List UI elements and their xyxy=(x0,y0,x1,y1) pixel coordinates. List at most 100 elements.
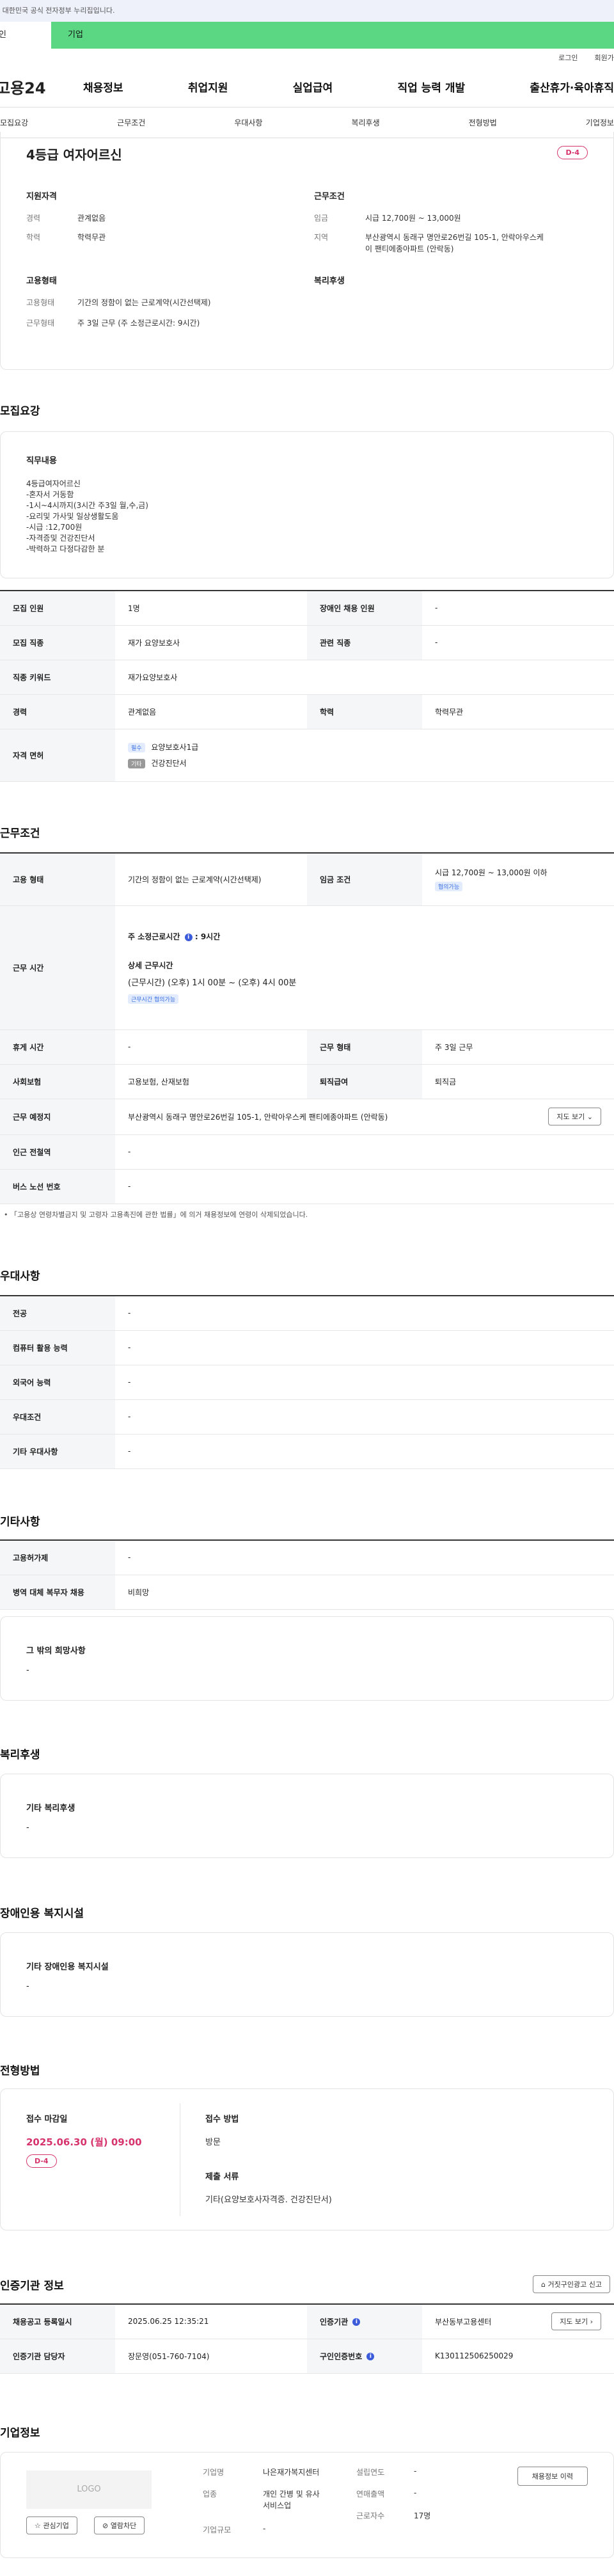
info-icon[interactable]: i xyxy=(184,933,193,941)
tab-screening[interactable]: 전형방법 xyxy=(469,117,497,128)
rev-value: - xyxy=(414,2488,417,2497)
user-type-company[interactable]: 기업 xyxy=(51,22,614,49)
deadline-value: 2025.06.30 (월) 09:00 xyxy=(26,2136,142,2148)
gnb-item-benefits[interactable]: 실업급여 xyxy=(293,79,333,95)
kw-label: 직종 키워드 xyxy=(0,660,115,695)
subway-value: - xyxy=(115,1134,614,1170)
emp-label: 고용 형태 xyxy=(0,853,115,906)
utility-bar: 로그인 회원가입 xyxy=(0,49,614,67)
pref-row-value: - xyxy=(115,1365,614,1400)
tab-pref[interactable]: 우대사항 xyxy=(234,117,262,128)
etc-title: 기타사항 xyxy=(0,1516,40,1529)
gnb-item-jobs[interactable]: 채용정보 xyxy=(83,79,123,95)
block-button[interactable]: ⊘ 열람차단 xyxy=(94,2516,145,2534)
reg-label: 채용공고 등록일시 xyxy=(0,2304,115,2339)
headcount-label: 모집 인원 xyxy=(0,591,115,626)
welfare-title: 복리후생 xyxy=(0,1749,40,1761)
area-value-1: 부산광역시 동래구 명안로26번길 105-1, 안락아우스케 xyxy=(365,233,544,242)
chevron-right-icon: › xyxy=(590,2318,593,2326)
career-label: 경력 xyxy=(26,214,41,223)
cond-title: 근무조건 xyxy=(314,192,345,202)
tab-recruit[interactable]: 모집요강 xyxy=(0,117,28,128)
pref-title: 우대사항 xyxy=(0,1270,40,1283)
user-type-bar: 개인 기업 xyxy=(0,22,614,49)
other-wish-card: 그 밖의 희망사항 - xyxy=(0,1616,614,1701)
cname-label: 기업명 xyxy=(203,2468,224,2477)
worktype-value: 주 3일 근무 (주 소정근로시간: 9시간) xyxy=(77,319,200,328)
gnb-item-training[interactable]: 직업 능력 개발 xyxy=(397,79,465,95)
tab-welfare[interactable]: 복리후생 xyxy=(351,117,379,128)
license-2: 건강진단서 xyxy=(151,759,187,768)
map-button[interactable]: 지도 보기 ⌄ xyxy=(548,1108,601,1125)
other-wish-value: - xyxy=(26,1666,29,1675)
info-icon[interactable]: i xyxy=(366,2353,375,2360)
duty-line: -혼자서 거동함 xyxy=(26,490,74,499)
user-type-personal[interactable]: 개인 xyxy=(0,22,51,49)
place-value: 부산광역시 동래구 명안로26번길 105-1, 안락아우스케 팬티에종아파트 … xyxy=(128,1112,388,1122)
wage-negotiable-badge: 협의가능 xyxy=(435,882,463,892)
agency-table: 채용공고 등록일시 2025.06.25 12:35:21 인증기관 i 부산동… xyxy=(0,2303,614,2374)
fav-company-button[interactable]: ☆ 관심기업 xyxy=(26,2516,77,2534)
job-label: 모집 직종 xyxy=(0,625,115,660)
pref-row-label: 외국어 능력 xyxy=(0,1365,115,1400)
permit-value: - xyxy=(115,1540,614,1575)
size-label: 기업규모 xyxy=(203,2525,232,2534)
login-link[interactable]: 로그인 xyxy=(558,52,578,63)
docs-label: 제출 서류 xyxy=(205,2172,239,2182)
age-notice: • 「고용상 연령차별금지 및 고령자 고용촉진에 관한 법률」에 의거 채용정… xyxy=(4,1211,308,1219)
tab-work[interactable]: 근무조건 xyxy=(117,117,145,128)
pref-row-label: 전공 xyxy=(0,1296,115,1331)
hours-label: 근무 시간 xyxy=(0,905,115,1030)
agency-map-button[interactable]: 지도 보기 › xyxy=(551,2312,601,2331)
emptype-value: 기간의 정함이 없는 근로계약(시간선택제) xyxy=(77,298,211,307)
license-label: 자격 면허 xyxy=(0,729,115,782)
info-icon[interactable]: i xyxy=(352,2318,361,2326)
kw-value: 재가요양보호사 xyxy=(115,660,614,695)
license-value: 필수 요양보호사1급 기타 건강진단서 xyxy=(115,729,614,782)
history-button[interactable]: 채용정보 이력 xyxy=(517,2467,588,2486)
duty-card: 직무내용 4등급여자어르신 -혼자서 거동함 -1시~4시까지(3시간 주3일 … xyxy=(0,431,614,578)
pref-row-label: 기타 우대사항 xyxy=(0,1434,115,1469)
tab-company[interactable]: 기업정보 xyxy=(586,117,614,128)
docs-value: 기타(요양보호사자격증. 건강진단서) xyxy=(205,2195,332,2205)
license-1: 요양보호사1급 xyxy=(151,743,199,752)
wage-value: 시급 12,700원 ~ 13,000원 xyxy=(365,214,461,223)
pref-row-value: - xyxy=(115,1330,614,1365)
method-label: 접수 방법 xyxy=(205,2115,239,2124)
hours-main-value: : 9시간 xyxy=(194,932,221,941)
etc-badge: 기타 xyxy=(128,759,145,768)
screening-title: 전형방법 xyxy=(0,2065,40,2078)
rest-label: 휴게 시간 xyxy=(0,1030,115,1065)
place-label: 근무 예정지 xyxy=(0,1099,115,1135)
gnb-item-leave[interactable]: 출산휴가·육아휴직 xyxy=(530,79,614,95)
gnb-item-support[interactable]: 취업지원 xyxy=(188,79,228,95)
duty-line: -1시~4시까지(3시간 주3일 월,수,금) xyxy=(26,501,148,510)
site-logo[interactable]: 고용24 xyxy=(0,76,77,98)
welfare-box-title: 기타 복리후생 xyxy=(26,1804,75,1813)
disab-title: 장애인용 복지시설 xyxy=(0,1907,84,1920)
career-value-2: 관계없음 xyxy=(115,694,307,729)
pref-row-label: 컴퓨터 활용 능력 xyxy=(0,1330,115,1365)
screening-card: 접수 마감일 2025.06.30 (월) 09:00 D-4 접수 방법 방문… xyxy=(0,2088,614,2230)
sev-value: 퇴직금 xyxy=(422,1064,614,1099)
summary-card: 4등급 여자어르신 D-4 지원자격 경력 관계없음 학력 학력무관 근무조건 … xyxy=(0,132,614,370)
method-value: 방문 xyxy=(205,2138,221,2147)
duty-line: 4등급여자어르신 xyxy=(26,479,81,488)
ind-value-2: 서비스업 xyxy=(263,2501,292,2510)
join-link[interactable]: 회원가입 xyxy=(595,52,614,63)
reg-value: 2025.06.25 12:35:21 xyxy=(115,2304,307,2339)
bus-value: - xyxy=(115,1169,614,1204)
duty-lines: 4등급여자어르신 -혼자서 거동함 -1시~4시까지(3시간 주3일 월,수,금… xyxy=(26,479,588,555)
duty-title: 직무내용 xyxy=(26,456,57,466)
emp-title: 고용형태 xyxy=(26,276,57,286)
num-label: 구인인증번호 i xyxy=(307,2339,422,2374)
report-button[interactable]: ⌂ 거짓구인광고 신고 xyxy=(533,2275,610,2293)
rest-value: - xyxy=(115,1030,307,1065)
welfare-summary-title: 복리후생 xyxy=(314,276,345,286)
hours-main-label: 주 소정근로시간 xyxy=(128,932,180,941)
wage-cond-label: 임금 조건 xyxy=(307,853,422,906)
rel-label: 관련 직종 xyxy=(307,625,422,660)
welfare-card: 기타 복리후생 - xyxy=(0,1774,614,1858)
pref-row-value: - xyxy=(115,1399,614,1435)
ins-value: 고용보험, 산재보험 xyxy=(115,1064,307,1099)
